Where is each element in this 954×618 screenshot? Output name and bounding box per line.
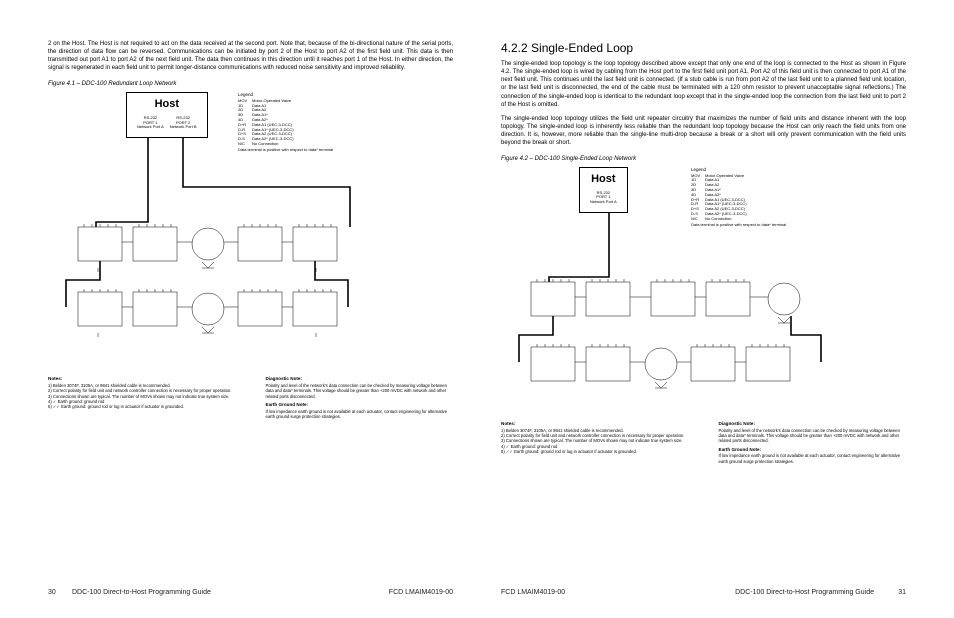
guide-title-left: DDC-100 Direct-to-Host Programming Guide bbox=[72, 589, 211, 596]
wiring-svg-left bbox=[48, 92, 408, 372]
fcd-left: FCD LMAIM4019-00 bbox=[389, 589, 453, 596]
guide-title-right: DDC-100 Direct-to-Host Programming Guide bbox=[735, 589, 874, 596]
notes-row-right: Notes: 1) Belden 3074F, 3105A, or 9841 s… bbox=[501, 421, 906, 464]
notes-row-left: Notes: 1) Belden 3074F, 3105A, or 9841 s… bbox=[48, 376, 453, 419]
page-footer: 30 DDC-100 Direct-to-Host Programming Gu… bbox=[0, 589, 954, 596]
right-para-1: The single-ended loop topology is the lo… bbox=[501, 60, 906, 109]
page-number-left: 30 bbox=[48, 589, 72, 596]
diagram-4-1: Host RS-232 PORT 1 Network Port A RS-232… bbox=[48, 92, 453, 372]
fig-4-1-caption: Figure 4.1 – DDC-100 Redundant Loop Netw… bbox=[48, 80, 453, 88]
fig-4-2-caption: Figure 4.2 – DDC-100 Single-Ended Loop N… bbox=[501, 155, 906, 163]
page-left: 2 on the Host. The Host is not required … bbox=[48, 40, 453, 518]
diag-title: Diagnostic Note: bbox=[266, 376, 454, 382]
fcd-right: FCD LMAIM4019-00 bbox=[501, 589, 565, 596]
page-number-right: 31 bbox=[882, 589, 906, 596]
notes-title: Notes: bbox=[48, 376, 236, 382]
left-para-1: 2 on the Host. The Host is not required … bbox=[48, 40, 453, 72]
diagram-4-2: Host RS-232 PORT 1 Network Port A Legend… bbox=[501, 167, 906, 417]
notes-col: Notes: 1) Belden 3074F, 3105A, or 9841 s… bbox=[48, 376, 236, 419]
earth-title: Earth Ground Note: bbox=[266, 402, 454, 408]
right-para-2: The single-ended loop topology utilizes … bbox=[501, 115, 906, 147]
page-spread: 2 on the Host. The Host is not required … bbox=[0, 0, 954, 548]
diag-col: Diagnostic Note: Polarity and level of t… bbox=[266, 376, 454, 419]
section-heading: 4.2.2 Single-Ended Loop bbox=[501, 40, 906, 56]
wiring-svg-right bbox=[501, 167, 861, 417]
page-right: 4.2.2 Single-Ended Loop The single-ended… bbox=[501, 40, 906, 518]
